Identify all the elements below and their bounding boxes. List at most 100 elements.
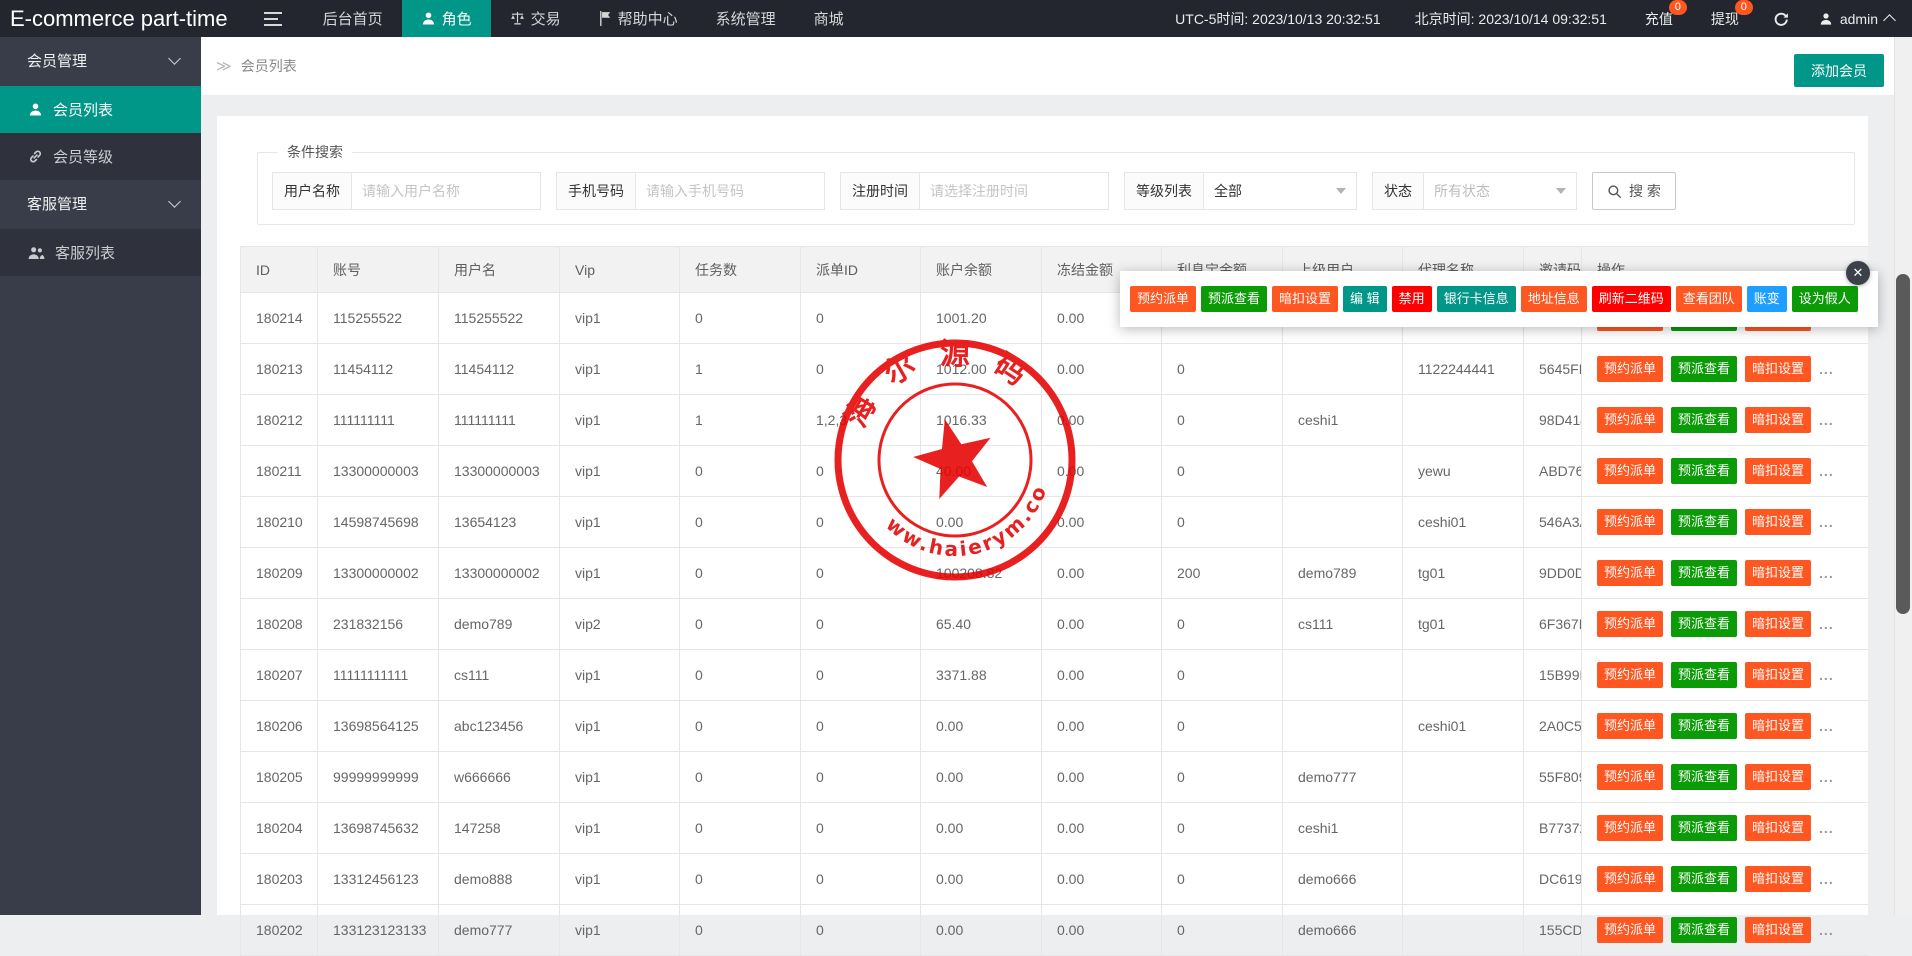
more-actions-button[interactable]: ...: [1819, 616, 1834, 632]
sidebar-item-member-level[interactable]: 会员等级: [0, 133, 201, 180]
search-input-phone[interactable]: [636, 172, 825, 210]
action-dispatch-view-button[interactable]: 预派查看: [1671, 560, 1737, 586]
more-actions-button[interactable]: ...: [1819, 769, 1834, 785]
action-deduct-setting-button[interactable]: 暗扣设置: [1745, 560, 1811, 586]
action-dispatch-view-button[interactable]: 预派查看: [1671, 611, 1737, 637]
action-deduct-setting-button[interactable]: 暗扣设置: [1745, 713, 1811, 739]
action-reserve-dispatch-button[interactable]: 预约派单: [1597, 407, 1663, 433]
action-dispatch-view-button[interactable]: 预派查看: [1671, 458, 1737, 484]
search-button[interactable]: 搜 索: [1592, 172, 1676, 210]
action-reserve-dispatch-button[interactable]: 预约派单: [1597, 866, 1663, 892]
more-actions-button[interactable]: ...: [1819, 718, 1834, 734]
action-dispatch-view-button[interactable]: 预派查看: [1671, 866, 1737, 892]
action-dispatch-view-button[interactable]: 预派查看: [1671, 713, 1737, 739]
scrollbar-thumb[interactable]: [1896, 274, 1910, 614]
close-icon[interactable]: ✕: [1846, 261, 1870, 285]
cell-username: demo789: [439, 599, 560, 650]
action-dispatch-view-button[interactable]: 预派查看: [1671, 356, 1737, 382]
action-dispatch-view-button[interactable]: 预派查看: [1671, 764, 1737, 790]
cell-username: 13300000002: [439, 548, 560, 599]
more-actions-button[interactable]: ...: [1819, 922, 1834, 938]
top-menu-item-system[interactable]: 系统管理: [697, 0, 795, 37]
action-reserve-dispatch-button[interactable]: 预约派单: [1597, 815, 1663, 841]
top-menu-item-help-center[interactable]: 帮助中心: [580, 0, 697, 37]
popup-action-reserve-dispatch-button[interactable]: 预约派单: [1130, 286, 1196, 312]
action-reserve-dispatch-button[interactable]: 预约派单: [1597, 662, 1663, 688]
refresh-icon[interactable]: [1773, 11, 1789, 27]
cell-account: 99999999999: [318, 752, 439, 803]
recharge-badge: 0: [1669, 0, 1687, 15]
more-actions-button[interactable]: ...: [1819, 361, 1834, 377]
more-actions-button[interactable]: ...: [1819, 820, 1834, 836]
table-row: 180208231832156demo789vip20065.400.000cs…: [241, 599, 1869, 650]
top-menu-item-role[interactable]: 角色: [402, 0, 491, 37]
sidebar-group-member-management[interactable]: 会员管理: [0, 37, 201, 86]
action-dispatch-view-button[interactable]: 预派查看: [1671, 815, 1737, 841]
action-reserve-dispatch-button[interactable]: 预约派单: [1597, 356, 1663, 382]
action-reserve-dispatch-button[interactable]: 预约派单: [1597, 611, 1663, 637]
action-deduct-setting-button[interactable]: 暗扣设置: [1745, 662, 1811, 688]
action-dispatch-view-button[interactable]: 预派查看: [1671, 917, 1737, 943]
action-deduct-setting-button[interactable]: 暗扣设置: [1745, 356, 1811, 382]
sidebar-label-service-management: 客服管理: [27, 196, 87, 213]
action-reserve-dispatch-button[interactable]: 预约派单: [1597, 917, 1663, 943]
more-actions-button[interactable]: ...: [1819, 667, 1834, 683]
action-reserve-dispatch-button[interactable]: 预约派单: [1597, 560, 1663, 586]
recharge-link[interactable]: 充值 0: [1645, 9, 1673, 29]
popup-action-deduct-setting-button[interactable]: 暗扣设置: [1272, 286, 1338, 312]
top-menu-item-trade[interactable]: 交易: [491, 0, 580, 37]
search-select-level[interactable]: 全部: [1204, 172, 1357, 210]
popup-action-set-fake-button[interactable]: 设为假人: [1792, 286, 1858, 312]
search-input-username[interactable]: [352, 172, 541, 210]
popup-action-dispatch-view-button[interactable]: 预派查看: [1201, 286, 1267, 312]
action-deduct-setting-button[interactable]: 暗扣设置: [1745, 458, 1811, 484]
more-actions-button[interactable]: ...: [1819, 463, 1834, 479]
sidebar-item-service-list[interactable]: 客服列表: [0, 229, 201, 276]
vertical-scrollbar[interactable]: [1894, 37, 1912, 915]
action-deduct-setting-button[interactable]: 暗扣设置: [1745, 866, 1811, 892]
action-reserve-dispatch-button[interactable]: 预约派单: [1597, 458, 1663, 484]
cell-vip: vip1: [560, 803, 680, 854]
more-actions-button[interactable]: ...: [1819, 871, 1834, 887]
cell-dispatch-id: 0: [801, 650, 921, 701]
cell-dispatch-id: 0: [801, 854, 921, 905]
action-deduct-setting-button[interactable]: 暗扣设置: [1745, 917, 1811, 943]
action-dispatch-view-button[interactable]: 预派查看: [1671, 662, 1737, 688]
more-actions-button[interactable]: ...: [1819, 514, 1834, 530]
top-menu-item-home[interactable]: 后台首页: [304, 0, 402, 37]
cell-actions: 预约派单预派查看暗扣设置...: [1582, 803, 1869, 854]
more-actions-button[interactable]: ...: [1819, 565, 1834, 581]
popup-action-bank-info-button[interactable]: 银行卡信息: [1437, 286, 1516, 312]
action-reserve-dispatch-button[interactable]: 预约派单: [1597, 509, 1663, 535]
popup-action-address-info-button[interactable]: 地址信息: [1521, 286, 1587, 312]
add-member-button[interactable]: 添加会员: [1794, 54, 1884, 87]
action-deduct-setting-button[interactable]: 暗扣设置: [1745, 764, 1811, 790]
popup-action-balance-change-button[interactable]: 账变: [1747, 286, 1787, 312]
action-dispatch-view-button[interactable]: 预派查看: [1671, 509, 1737, 535]
cell-tasks: 0: [680, 854, 801, 905]
sidebar-group-service-management[interactable]: 客服管理: [0, 180, 201, 229]
user-menu[interactable]: admin: [1819, 11, 1894, 27]
sidebar-item-member-list[interactable]: 会员列表: [0, 86, 201, 133]
cell-username: demo777: [439, 905, 560, 956]
popup-action-view-team-button[interactable]: 查看团队: [1676, 286, 1742, 312]
top-menu-item-mall[interactable]: 商城: [795, 0, 863, 37]
action-reserve-dispatch-button[interactable]: 预约派单: [1597, 764, 1663, 790]
cell-agent: 1122244441: [1403, 344, 1524, 395]
search-select-status[interactable]: 所有状态: [1424, 172, 1577, 210]
action-deduct-setting-button[interactable]: 暗扣设置: [1745, 509, 1811, 535]
popup-action-refresh-qrcode-button[interactable]: 刷新二维码: [1592, 286, 1671, 312]
action-dispatch-view-button[interactable]: 预派查看: [1671, 407, 1737, 433]
cell-vip: vip1: [560, 650, 680, 701]
hamburger-menu-icon[interactable]: [242, 0, 304, 37]
action-deduct-setting-button[interactable]: 暗扣设置: [1745, 611, 1811, 637]
search-input-reg-time[interactable]: [920, 172, 1109, 210]
withdraw-link[interactable]: 提现 0: [1711, 9, 1739, 29]
popup-action-disable-button[interactable]: 禁用: [1392, 286, 1432, 312]
more-actions-button[interactable]: ...: [1819, 412, 1834, 428]
popup-action-edit-button[interactable]: 编 辑: [1343, 286, 1387, 312]
action-deduct-setting-button[interactable]: 暗扣设置: [1745, 815, 1811, 841]
action-reserve-dispatch-button[interactable]: 预约派单: [1597, 713, 1663, 739]
action-deduct-setting-button[interactable]: 暗扣设置: [1745, 407, 1811, 433]
scales-icon: [510, 11, 525, 26]
